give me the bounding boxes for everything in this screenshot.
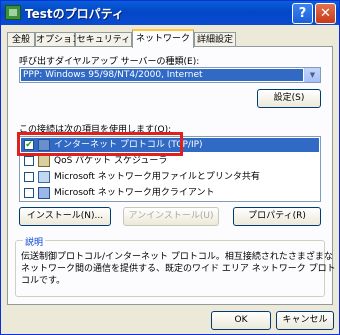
description-line: ネットワーク間の通信を提供する、既定のワイド エリア ネットワーク プロト <box>21 264 336 274</box>
tab-advanced[interactable]: 詳細設定 <box>194 32 236 47</box>
close-button[interactable]: ✕ <box>315 3 336 24</box>
window-title: Testのプロパティ <box>25 7 124 21</box>
list-item-label: Microsoft ネットワーク用クライアント <box>54 188 215 198</box>
tab-network[interactable]: ネットワーク <box>132 29 194 48</box>
description-line: 伝送制御プロトコル/インターネット プロトコル。相互接続されたさまざまな <box>21 252 333 262</box>
list-item-label: QoS パケット スケジューラ <box>54 156 168 166</box>
file-printer-sharing-icon <box>38 171 50 183</box>
tab-security[interactable]: セキュリティ <box>75 32 132 47</box>
server-type-value: PPP: Windows 95/98/NT4/2000, Internet <box>21 69 303 81</box>
chevron-down-icon[interactable]: ▼ <box>304 68 320 82</box>
uninstall-button[interactable]: アンインストール(U) <box>123 207 219 226</box>
checkbox[interactable] <box>24 156 34 166</box>
description-line: コルです。 <box>21 276 66 286</box>
highlight-box <box>17 132 183 156</box>
server-type-label: 呼び出すダイヤルアップ サーバーの種類(E): <box>19 57 200 67</box>
checkbox[interactable] <box>24 188 34 198</box>
help-button[interactable]: ? <box>292 3 313 24</box>
properties-button[interactable]: プロパティ(R) <box>233 207 321 226</box>
list-item-label: Microsoft ネットワーク用ファイルとプリンタ共有 <box>54 172 260 182</box>
server-type-select[interactable]: PPP: Windows 95/98/NT4/2000, Internet ▼ <box>19 67 321 83</box>
cancel-button[interactable]: キャンセル <box>276 311 334 330</box>
ok-button[interactable]: OK <box>211 311 271 330</box>
tab-general[interactable]: 全般 <box>7 32 35 47</box>
title-bar[interactable]: Testのプロパティ ? ✕ <box>1 1 339 25</box>
description-text: 伝送制御プロトコル/インターネット プロトコル。相互接続されたさまざまな ネット… <box>21 251 336 287</box>
connection-icon <box>5 5 21 20</box>
network-client-icon <box>38 187 50 199</box>
tab-options[interactable]: オプション <box>35 32 81 47</box>
list-item[interactable]: QoS パケット スケジューラ <box>21 154 319 168</box>
settings-button[interactable]: 設定(S) <box>257 89 321 108</box>
scheduler-icon <box>38 155 50 167</box>
list-item[interactable]: Microsoft ネットワーク用クライアント <box>21 186 319 200</box>
install-button[interactable]: インストール(N)... <box>19 207 111 226</box>
list-item[interactable]: Microsoft ネットワーク用ファイルとプリンタ共有 <box>21 170 319 184</box>
description-title: 説明 <box>23 235 46 248</box>
properties-dialog: Testのプロパティ ? ✕ 全般 オプション セキュリティ ネットワーク 詳細… <box>0 0 340 335</box>
checkbox[interactable] <box>24 172 34 182</box>
